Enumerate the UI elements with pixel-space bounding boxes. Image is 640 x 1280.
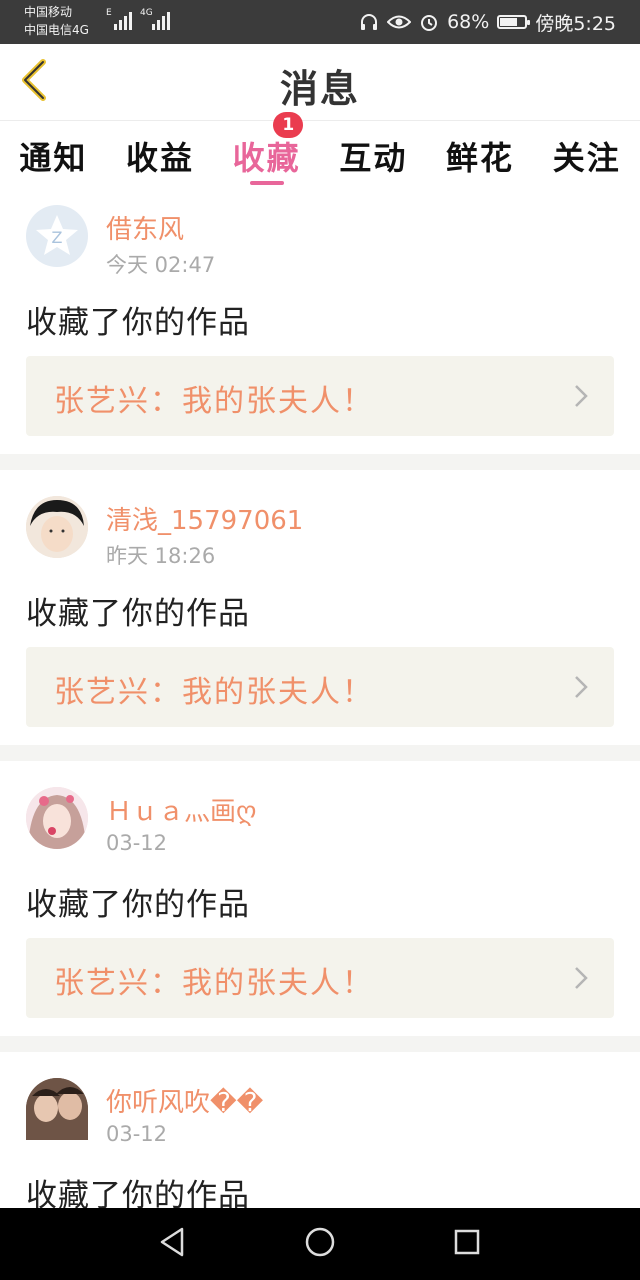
username[interactable]: 借东风 xyxy=(106,209,184,246)
action-text: 收藏了你的作品 xyxy=(26,596,250,632)
chevron-right-icon xyxy=(574,384,588,412)
tab-label: 通知 xyxy=(19,139,88,177)
username[interactable]: 清浅_15797061 xyxy=(106,500,303,537)
chevron-right-icon xyxy=(574,966,588,994)
list-item: 清浅_15797061 昨天 18:26 收藏了你的作品 张艺兴：我的张夫人！ xyxy=(0,470,640,745)
avatar[interactable] xyxy=(26,1078,88,1140)
tab-label: 关注 xyxy=(552,139,621,177)
tab-earnings[interactable]: 收益 xyxy=(107,121,214,191)
status-right: 68% 傍晚5:25 xyxy=(359,0,616,44)
avatar[interactable] xyxy=(26,787,88,849)
nav-recents-button[interactable] xyxy=(437,1214,497,1274)
tab-following[interactable]: 关注 xyxy=(533,121,640,191)
work-card[interactable]: 张艺兴：我的张夫人！ xyxy=(26,938,614,1018)
status-bar: 中国移动 中国电信4G E 4G 68% 傍晚5:25 xyxy=(0,0,640,44)
tab-bar: 通知 收益 收藏 1 互动 鲜花 关注 xyxy=(0,112,640,191)
nav-back-button[interactable] xyxy=(143,1214,203,1274)
page-title: 消息 xyxy=(279,67,360,111)
divider xyxy=(0,745,640,761)
username[interactable]: Ｈｕａ灬画ღ xyxy=(106,791,256,828)
carrier-info: 中国移动 中国电信4G xyxy=(24,3,89,39)
list-item: Z 借东风 今天 02:47 收藏了你的作品 张艺兴：我的张夫人！ xyxy=(0,191,640,454)
work-title: 张艺兴：我的张夫人！ xyxy=(54,675,374,710)
active-tab-indicator xyxy=(249,181,284,185)
work-card[interactable]: 张艺兴：我的张夫人！ xyxy=(26,647,614,727)
list-item: 你听风吹�� 03-12 收藏了你的作品 xyxy=(0,1052,640,1232)
avatar[interactable]: Z xyxy=(26,205,88,267)
signal-icon xyxy=(114,10,132,30)
list-item: Ｈｕａ灬画ღ 03-12 收藏了你的作品 张艺兴：我的张夫人！ xyxy=(0,761,640,1036)
carrier-1: 中国移动 xyxy=(24,5,73,19)
square-recents-icon xyxy=(453,1228,481,1260)
chevron-right-icon xyxy=(574,675,588,703)
tab-favorites[interactable]: 收藏 1 xyxy=(213,112,320,191)
network-type-1: E xyxy=(106,8,112,18)
alarm-icon xyxy=(419,12,439,32)
username[interactable]: 你听风吹�� xyxy=(106,1082,263,1119)
carrier-2: 中国电信4G xyxy=(24,23,89,37)
tab-flowers[interactable]: 鲜花 xyxy=(427,121,534,191)
unread-badge: 1 xyxy=(273,112,304,138)
header: 消息 xyxy=(0,44,640,121)
battery-percent: 68% xyxy=(447,11,490,33)
nav-home-button[interactable] xyxy=(290,1214,350,1274)
divider xyxy=(0,1036,640,1052)
tab-label: 收益 xyxy=(126,139,195,177)
work-title: 张艺兴：我的张夫人！ xyxy=(54,966,374,1001)
timestamp: 今天 02:47 xyxy=(106,253,216,277)
triangle-back-icon xyxy=(158,1226,188,1262)
circle-home-icon xyxy=(304,1226,336,1262)
eye-icon xyxy=(387,13,412,31)
divider xyxy=(0,454,640,470)
tab-label: 互动 xyxy=(339,139,408,177)
battery-icon xyxy=(497,15,531,29)
tab-notifications[interactable]: 通知 xyxy=(0,121,107,191)
system-nav-bar xyxy=(0,1208,640,1280)
work-title: 张艺兴：我的张夫人！ xyxy=(54,384,374,419)
headphones-icon xyxy=(359,12,379,32)
timestamp: 昨天 18:26 xyxy=(106,544,216,568)
svg-text:Z: Z xyxy=(52,228,63,247)
avatar[interactable] xyxy=(26,496,88,558)
tab-label: 鲜花 xyxy=(446,139,515,177)
message-list: Z 借东风 今天 02:47 收藏了你的作品 张艺兴：我的张夫人！ 清浅_157… xyxy=(0,191,640,1232)
work-card[interactable]: 张艺兴：我的张夫人！ xyxy=(26,356,614,436)
clock: 傍晚5:25 xyxy=(535,12,616,35)
action-text: 收藏了你的作品 xyxy=(26,305,250,341)
signal-icon xyxy=(152,10,170,30)
action-text: 收藏了你的作品 xyxy=(26,887,250,923)
timestamp: 03-12 xyxy=(106,1122,168,1146)
timestamp: 03-12 xyxy=(106,831,168,855)
network-type-2: 4G xyxy=(140,8,153,18)
tab-interactions[interactable]: 互动 xyxy=(320,121,427,191)
